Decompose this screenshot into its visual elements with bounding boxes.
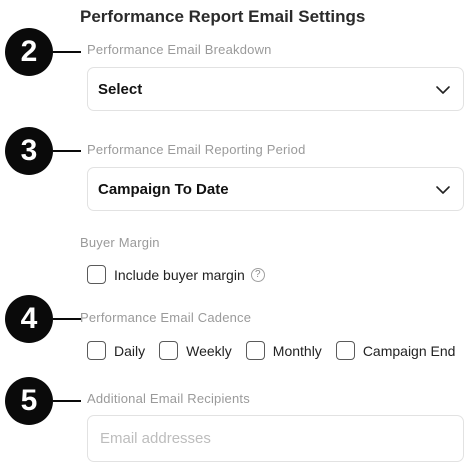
- step-leader-line: [53, 400, 81, 402]
- step-number: 2: [5, 28, 53, 76]
- step-number: 5: [5, 377, 53, 425]
- cadence-campaign-end-checkbox[interactable]: [335, 341, 355, 360]
- step-number: 4: [5, 295, 53, 343]
- cadence-daily-label: Daily: [114, 342, 146, 359]
- step-marker-2: 2: [5, 28, 81, 76]
- buyer-margin-label: Buyer Margin: [80, 235, 160, 250]
- buyer-margin-row: Include buyer margin ?: [87, 265, 279, 284]
- cadence-option-monthly[interactable]: Monthly: [245, 341, 322, 360]
- step-number: 3: [5, 127, 53, 175]
- breakdown-select[interactable]: Select: [87, 67, 464, 111]
- reporting-period-select-value: Campaign To Date: [98, 181, 229, 198]
- cadence-monthly-label: Monthly: [272, 342, 322, 359]
- step-marker-4: 4: [5, 295, 81, 343]
- cadence-weekly-label: Weekly: [186, 342, 232, 359]
- reporting-period-select[interactable]: Campaign To Date: [87, 167, 464, 211]
- step-leader-line: [53, 150, 81, 152]
- recipients-label: Additional Email Recipients: [87, 391, 250, 406]
- include-buyer-margin-checkbox[interactable]: [87, 265, 106, 284]
- step-marker-5: 5: [5, 377, 81, 425]
- breakdown-label: Performance Email Breakdown: [87, 42, 272, 57]
- chevron-down-icon: [436, 186, 450, 194]
- include-buyer-margin-option[interactable]: Include buyer margin ?: [87, 265, 265, 284]
- step-leader-line: [53, 51, 81, 53]
- breakdown-select-value: Select: [98, 81, 143, 98]
- include-buyer-margin-label: Include buyer margin: [114, 266, 245, 283]
- cadence-monthly-checkbox[interactable]: [245, 341, 265, 360]
- cadence-weekly-checkbox[interactable]: [159, 341, 179, 360]
- email-settings-panel: Performance Report Email Settings 2 Perf…: [0, 0, 474, 475]
- cadence-daily-checkbox[interactable]: [87, 341, 106, 360]
- email-recipients-input[interactable]: [87, 415, 464, 462]
- chevron-down-icon: [436, 86, 450, 94]
- cadence-campaign-end-label: Campaign End: [362, 342, 456, 359]
- cadence-option-campaign-end[interactable]: Campaign End: [335, 341, 456, 360]
- cadence-options: Daily Weekly Monthly Campaign End: [87, 341, 455, 360]
- page-title: Performance Report Email Settings: [80, 7, 366, 26]
- reporting-period-label: Performance Email Reporting Period: [87, 142, 306, 157]
- cadence-label: Performance Email Cadence: [80, 310, 252, 325]
- step-leader-line: [53, 318, 81, 320]
- cadence-option-weekly[interactable]: Weekly: [159, 341, 232, 360]
- cadence-option-daily[interactable]: Daily: [87, 341, 145, 360]
- step-marker-3: 3: [5, 127, 81, 175]
- help-icon[interactable]: ?: [250, 267, 265, 282]
